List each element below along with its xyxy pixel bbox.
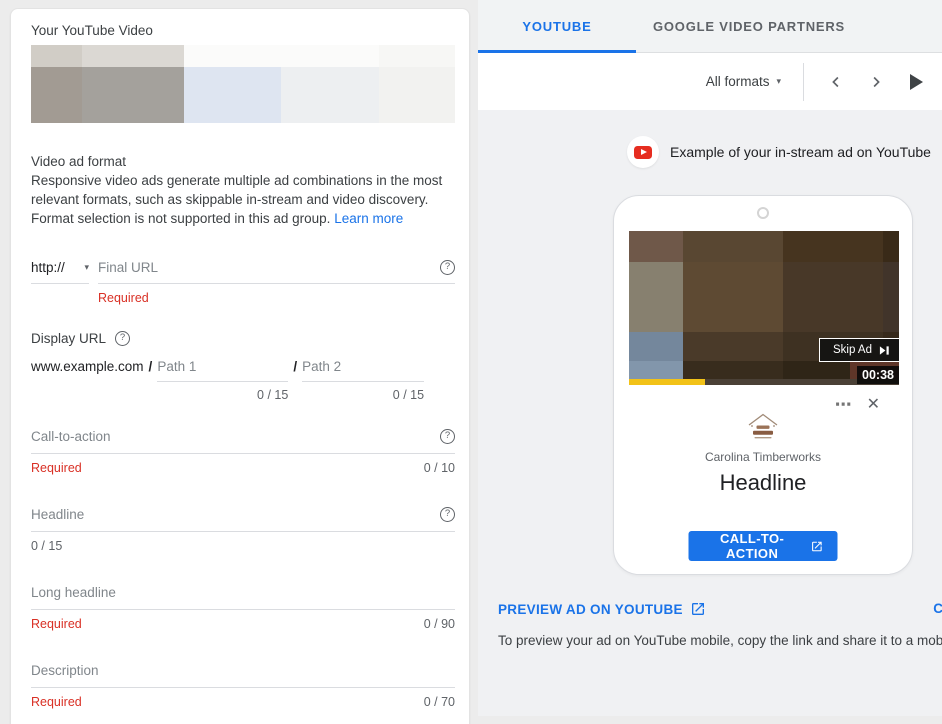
long-headline-meta: Required 0 / 90 <box>31 617 455 631</box>
help-icon[interactable]: ? <box>440 507 455 522</box>
path-separator: / <box>293 359 298 374</box>
play-preview-button[interactable] <box>896 62 936 102</box>
video-ad-format-note: Video ad format Responsive video ads gen… <box>31 152 455 228</box>
ad-form-panel: Your YouTube Video Video ad format Respo… <box>10 8 470 724</box>
more-options-icon[interactable]: ⋯ <box>835 396 852 413</box>
learn-more-link[interactable]: Learn more <box>334 211 403 226</box>
display-url-domain: www.example.com <box>31 359 144 374</box>
phone-camera-dot <box>757 207 769 219</box>
chevron-right-icon <box>873 76 880 87</box>
display-url-paths-row: www.example.com / Path 1 0 / 15 / Path 2… <box>31 359 455 402</box>
google-ads-video-ad-editor: Your YouTube Video Video ad format Respo… <box>0 0 942 724</box>
tab-youtube[interactable]: YOUTUBE <box>478 0 636 53</box>
url-protocol-value: http:// <box>31 260 65 275</box>
previous-preview-button[interactable] <box>816 62 856 102</box>
char-counter: 0 / 15 <box>31 539 63 553</box>
next-preview-button[interactable] <box>856 62 896 102</box>
video-thumbnail-preview <box>31 45 455 123</box>
description-placeholder: Description <box>31 663 99 678</box>
required-error: Required <box>31 617 82 631</box>
path1-counter: 0 / 15 <box>257 388 289 402</box>
ad-preview-panel: YOUTUBE GOOGLE VIDEO PARTNERS All format… <box>478 0 942 716</box>
final-url-row: http:// ▾ Final URL ? <box>31 260 455 284</box>
external-link-icon <box>812 541 822 551</box>
ad-headline-preview: Headline <box>719 470 807 495</box>
help-icon[interactable]: ? <box>440 429 455 444</box>
external-link-icon <box>691 603 704 615</box>
path2-counter: 0 / 15 <box>392 388 425 402</box>
headline-field-group: Headline ? 0 / 15 <box>31 507 455 553</box>
preview-heading-text: Example of your in-stream ad on YouTube <box>670 144 931 160</box>
call-to-action-meta: Required 0 / 10 <box>31 461 455 475</box>
advertiser-logo <box>740 411 786 450</box>
ad-card-actions: ⋯ ✕ <box>835 396 880 413</box>
all-formats-dropdown[interactable]: All formats ▾ <box>706 74 781 89</box>
preview-heading: Example of your in-stream ad on YouTube <box>627 136 931 168</box>
video-player: Skip Ad 00:38 <box>629 231 899 384</box>
description-input[interactable]: Description <box>31 663 455 688</box>
long-headline-placeholder: Long headline <box>31 585 116 600</box>
required-error: Required <box>31 461 82 475</box>
display-url-label: Display URL <box>31 331 107 346</box>
copy-link-truncated[interactable]: C <box>933 601 942 616</box>
preview-tab-bar: YOUTUBE GOOGLE VIDEO PARTNERS <box>478 0 942 53</box>
call-to-action-placeholder: Call-to-action <box>31 429 111 444</box>
chevron-left-icon <box>832 76 839 87</box>
description-meta: Required 0 / 70 <box>31 695 455 709</box>
call-to-action-input[interactable]: Call-to-action ? <box>31 429 455 454</box>
char-counter: 0 / 70 <box>423 695 455 709</box>
video-ad-format-title: Video ad format <box>31 154 127 169</box>
call-to-action-field-group: Call-to-action ? Required 0 / 10 <box>31 429 455 475</box>
close-icon[interactable]: ✕ <box>867 396 880 413</box>
toolbar-divider <box>803 62 804 101</box>
url-protocol-select[interactable]: http:// ▾ <box>31 260 89 284</box>
skip-ad-label: Skip Ad <box>833 344 872 356</box>
help-icon[interactable]: ? <box>440 260 455 275</box>
cta-button-label: CALL-TO-ACTION <box>719 531 785 561</box>
preview-ad-on-youtube-link[interactable]: PREVIEW AD ON YOUTUBE <box>498 601 706 617</box>
path-separator: / <box>148 359 153 374</box>
youtube-icon <box>627 136 659 168</box>
path2-column: Path 2 0 / 15 <box>302 359 425 402</box>
display-url-label-row: Display URL ? <box>31 331 455 346</box>
char-counter: 0 / 90 <box>423 617 455 631</box>
headline-meta: 0 / 15 <box>31 539 455 553</box>
play-icon <box>910 73 923 90</box>
char-counter: 0 / 10 <box>423 461 455 475</box>
skip-next-icon <box>879 345 889 355</box>
preview-link-label: PREVIEW AD ON YOUTUBE <box>498 601 683 617</box>
preview-toolbar: All formats ▾ <box>478 53 942 110</box>
long-headline-input[interactable]: Long headline <box>31 585 455 610</box>
required-error: Required <box>31 695 82 709</box>
path2-input[interactable]: Path 2 <box>302 359 425 382</box>
final-url-required-error: Required <box>98 291 149 305</box>
chevron-down-icon: ▾ <box>776 76 781 86</box>
tab-google-video-partners[interactable]: GOOGLE VIDEO PARTNERS <box>636 0 862 52</box>
your-video-label: Your YouTube Video <box>31 23 153 38</box>
final-url-input[interactable]: Final URL ? <box>98 260 455 284</box>
progress-fill <box>629 379 705 385</box>
all-formats-label: All formats <box>705 74 770 89</box>
phone-mockup: Skip Ad 00:38 ⋯ ✕ Carolina Timberworks H… <box>613 195 913 575</box>
skip-ad-button[interactable]: Skip Ad <box>819 338 899 362</box>
ad-time-remaining: 00:38 <box>857 366 899 384</box>
final-url-placeholder: Final URL <box>98 260 159 275</box>
long-headline-field-group: Long headline Required 0 / 90 <box>31 585 455 631</box>
path1-column: Path 1 0 / 15 <box>157 359 289 402</box>
headline-input[interactable]: Headline ? <box>31 507 455 532</box>
headline-placeholder: Headline <box>31 507 85 522</box>
mobile-preview-note: To preview your ad on YouTube mobile, co… <box>498 633 942 648</box>
cta-button[interactable]: CALL-TO-ACTION <box>688 531 838 561</box>
path1-input[interactable]: Path 1 <box>157 359 289 382</box>
help-icon[interactable]: ? <box>115 331 131 346</box>
chevron-down-icon: ▾ <box>84 262 89 272</box>
description-field-group: Description Required 0 / 70 <box>31 663 455 709</box>
advertiser-name: Carolina Timberworks <box>704 450 822 464</box>
